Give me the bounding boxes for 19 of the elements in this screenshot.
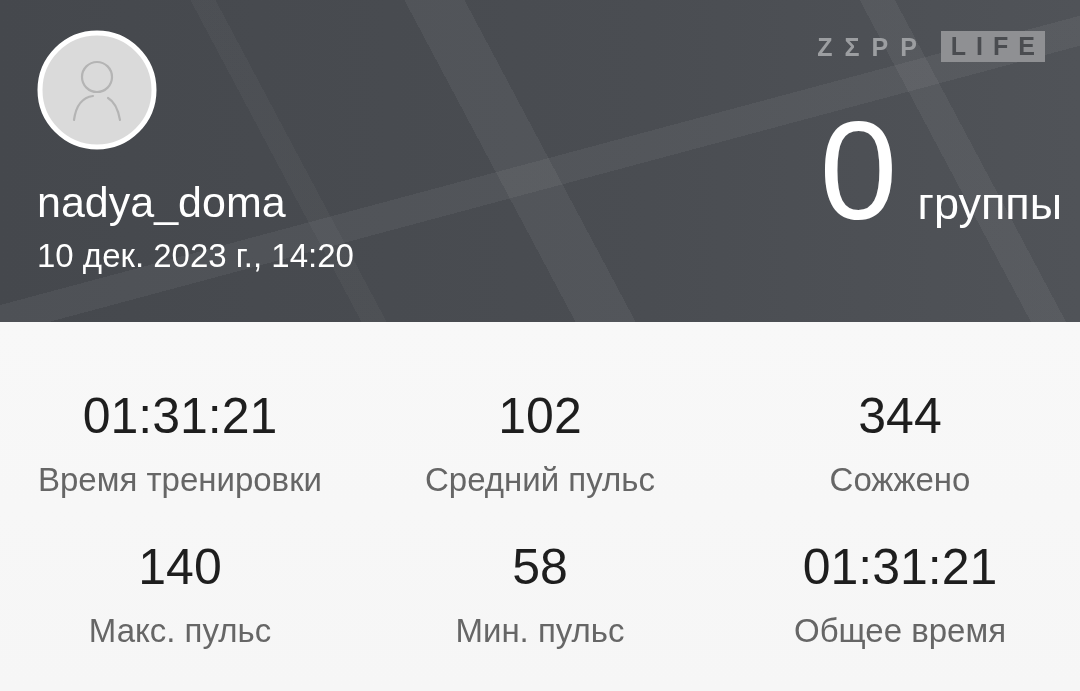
stat-label: Время тренировки xyxy=(38,461,322,499)
stat-label: Сожжено xyxy=(829,461,971,499)
logo-badge: LIFE xyxy=(940,31,1045,62)
stat-label: Макс. пульс xyxy=(88,612,272,650)
group-count-label: группы xyxy=(917,180,1062,228)
avatar-icon xyxy=(37,30,157,150)
logo-text: ZΣPP xyxy=(817,31,929,62)
username: nadya_doma xyxy=(37,177,286,227)
stat-value: 344 xyxy=(858,388,942,444)
stat-label: Мин. пульс xyxy=(455,612,625,650)
stat-value: 140 xyxy=(138,539,222,595)
stat-label: Средний пульс xyxy=(425,461,655,499)
group-count: 0 xyxy=(819,110,898,232)
stat-value: 102 xyxy=(498,388,582,444)
stat-value: 01:31:21 xyxy=(82,388,278,444)
workout-date: 10 дек. 2023 г., 14:20 xyxy=(37,237,354,275)
stat-value: 01:31:21 xyxy=(802,539,998,595)
stat-label: Общее время xyxy=(794,612,1006,650)
stat-value: 58 xyxy=(512,539,568,595)
